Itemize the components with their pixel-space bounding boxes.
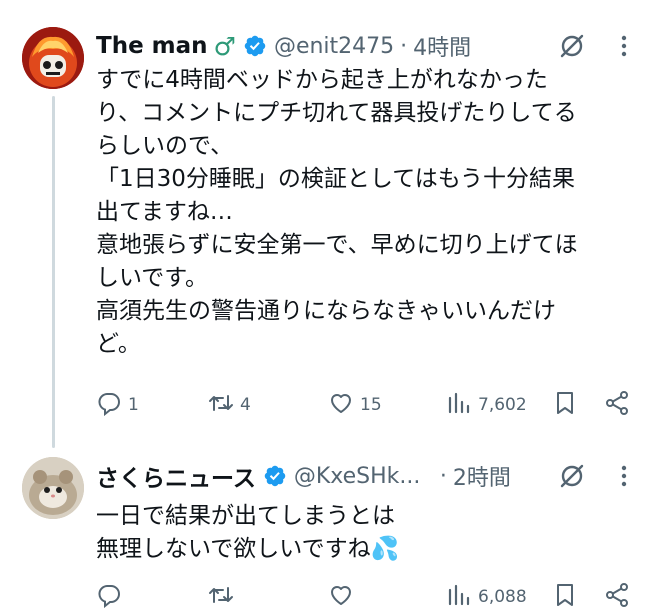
like-count: 15 bbox=[360, 395, 382, 415]
views-button[interactable]: 6,088 bbox=[446, 580, 527, 610]
retweet-button[interactable]: 4 bbox=[208, 388, 251, 422]
bookmark-icon bbox=[552, 582, 578, 610]
reply-count: 1 bbox=[128, 395, 139, 415]
user-handle[interactable]: @enit2475 bbox=[274, 34, 394, 59]
like-icon bbox=[328, 390, 354, 421]
like-button[interactable]: 15 bbox=[328, 388, 382, 422]
separator-dot: · bbox=[400, 33, 408, 59]
views-icon bbox=[446, 390, 472, 421]
verified-badge-icon bbox=[243, 34, 267, 58]
tweet-text-line: 一日で結果が出てしまうとは bbox=[96, 503, 395, 529]
separator-dot: · bbox=[439, 463, 447, 489]
tweet-text: すでに4時間ベッドから起き上がれなかった り、コメントにプチ切れて器具投げたりし… bbox=[96, 64, 636, 361]
reply-button[interactable]: 1 bbox=[96, 388, 139, 422]
more-icon[interactable] bbox=[611, 33, 637, 59]
bookmark-icon bbox=[552, 390, 578, 421]
views-icon bbox=[446, 582, 472, 610]
grok-icon[interactable] bbox=[558, 32, 586, 60]
tweet-text-line: 「1日30分睡眠」の検証としてはもう十分結果 bbox=[96, 166, 576, 192]
tweet-text: 一日で結果が出てしまうとは 無理しないで欲しいですね💦 bbox=[96, 500, 636, 566]
reply-icon bbox=[96, 390, 122, 421]
tweet-text-line: ど。 bbox=[96, 331, 141, 357]
view-count: 7,602 bbox=[478, 395, 527, 415]
more-icon[interactable] bbox=[611, 463, 637, 489]
display-name[interactable]: さくらニュース bbox=[96, 459, 256, 493]
tweet-text-line: 出てますね… bbox=[96, 199, 233, 225]
avatar[interactable] bbox=[22, 457, 84, 519]
tweet-text-line: 高須先生の警告通りにならなきゃいいんだけ bbox=[96, 298, 556, 324]
tweet-text-line: 無理しないで欲しいですね💦 bbox=[96, 536, 400, 562]
retweet-count: 4 bbox=[240, 395, 251, 415]
avatar[interactable] bbox=[22, 27, 84, 89]
retweet-icon bbox=[208, 582, 234, 610]
tweet-header: さくらニュース @KxeSHk... · 2時間 bbox=[96, 457, 650, 495]
share-button[interactable] bbox=[604, 580, 630, 610]
like-button[interactable] bbox=[328, 580, 360, 610]
timeline: The man ♂ @enit2475 · 4時間 すでに4時間ベッドから起き上… bbox=[0, 0, 650, 610]
tweet-text-line: らしいので、 bbox=[96, 133, 234, 159]
timestamp[interactable]: 4時間 bbox=[413, 30, 471, 62]
reply-button[interactable] bbox=[96, 580, 128, 610]
action-bar: 1 4 15 7,602 bbox=[96, 388, 636, 422]
grok-icon[interactable] bbox=[558, 462, 586, 490]
timestamp[interactable]: 2時間 bbox=[453, 460, 511, 492]
tweet[interactable]: The man ♂ @enit2475 · 4時間 すでに4時間ベッドから起き上… bbox=[0, 0, 650, 455]
like-icon bbox=[328, 582, 354, 610]
user-handle[interactable]: @KxeSHk... bbox=[294, 464, 434, 489]
retweet-icon bbox=[208, 390, 234, 421]
tweet-header: The man ♂ @enit2475 · 4時間 bbox=[96, 27, 650, 65]
views-button[interactable]: 7,602 bbox=[446, 388, 527, 422]
male-sign-emoji: ♂ bbox=[213, 31, 236, 61]
view-count: 6,088 bbox=[478, 587, 527, 607]
verified-badge-icon bbox=[263, 464, 287, 488]
display-name[interactable]: The man bbox=[96, 33, 208, 59]
reply-icon bbox=[96, 582, 122, 610]
share-button[interactable] bbox=[604, 388, 630, 422]
share-icon bbox=[604, 582, 630, 610]
tweet-text-line: 意地張らずに安全第一で、早めに切り上げてほ bbox=[96, 232, 578, 258]
bookmark-button[interactable] bbox=[552, 388, 578, 422]
tweet[interactable]: さくらニュース @KxeSHk... · 2時間 一日で結果が出てしまうとは 無… bbox=[0, 455, 650, 610]
thread-connector bbox=[52, 96, 55, 448]
retweet-button[interactable] bbox=[208, 580, 240, 610]
tweet-text-line: り、コメントにプチ切れて器具投げたりしてる bbox=[96, 100, 577, 126]
bookmark-button[interactable] bbox=[552, 580, 578, 610]
share-icon bbox=[604, 390, 630, 421]
tweet-text-line: しいです。 bbox=[96, 265, 209, 291]
action-bar: 6,088 bbox=[96, 580, 636, 610]
tweet-text-line: すでに4時間ベッドから起き上がれなかった bbox=[96, 67, 548, 93]
